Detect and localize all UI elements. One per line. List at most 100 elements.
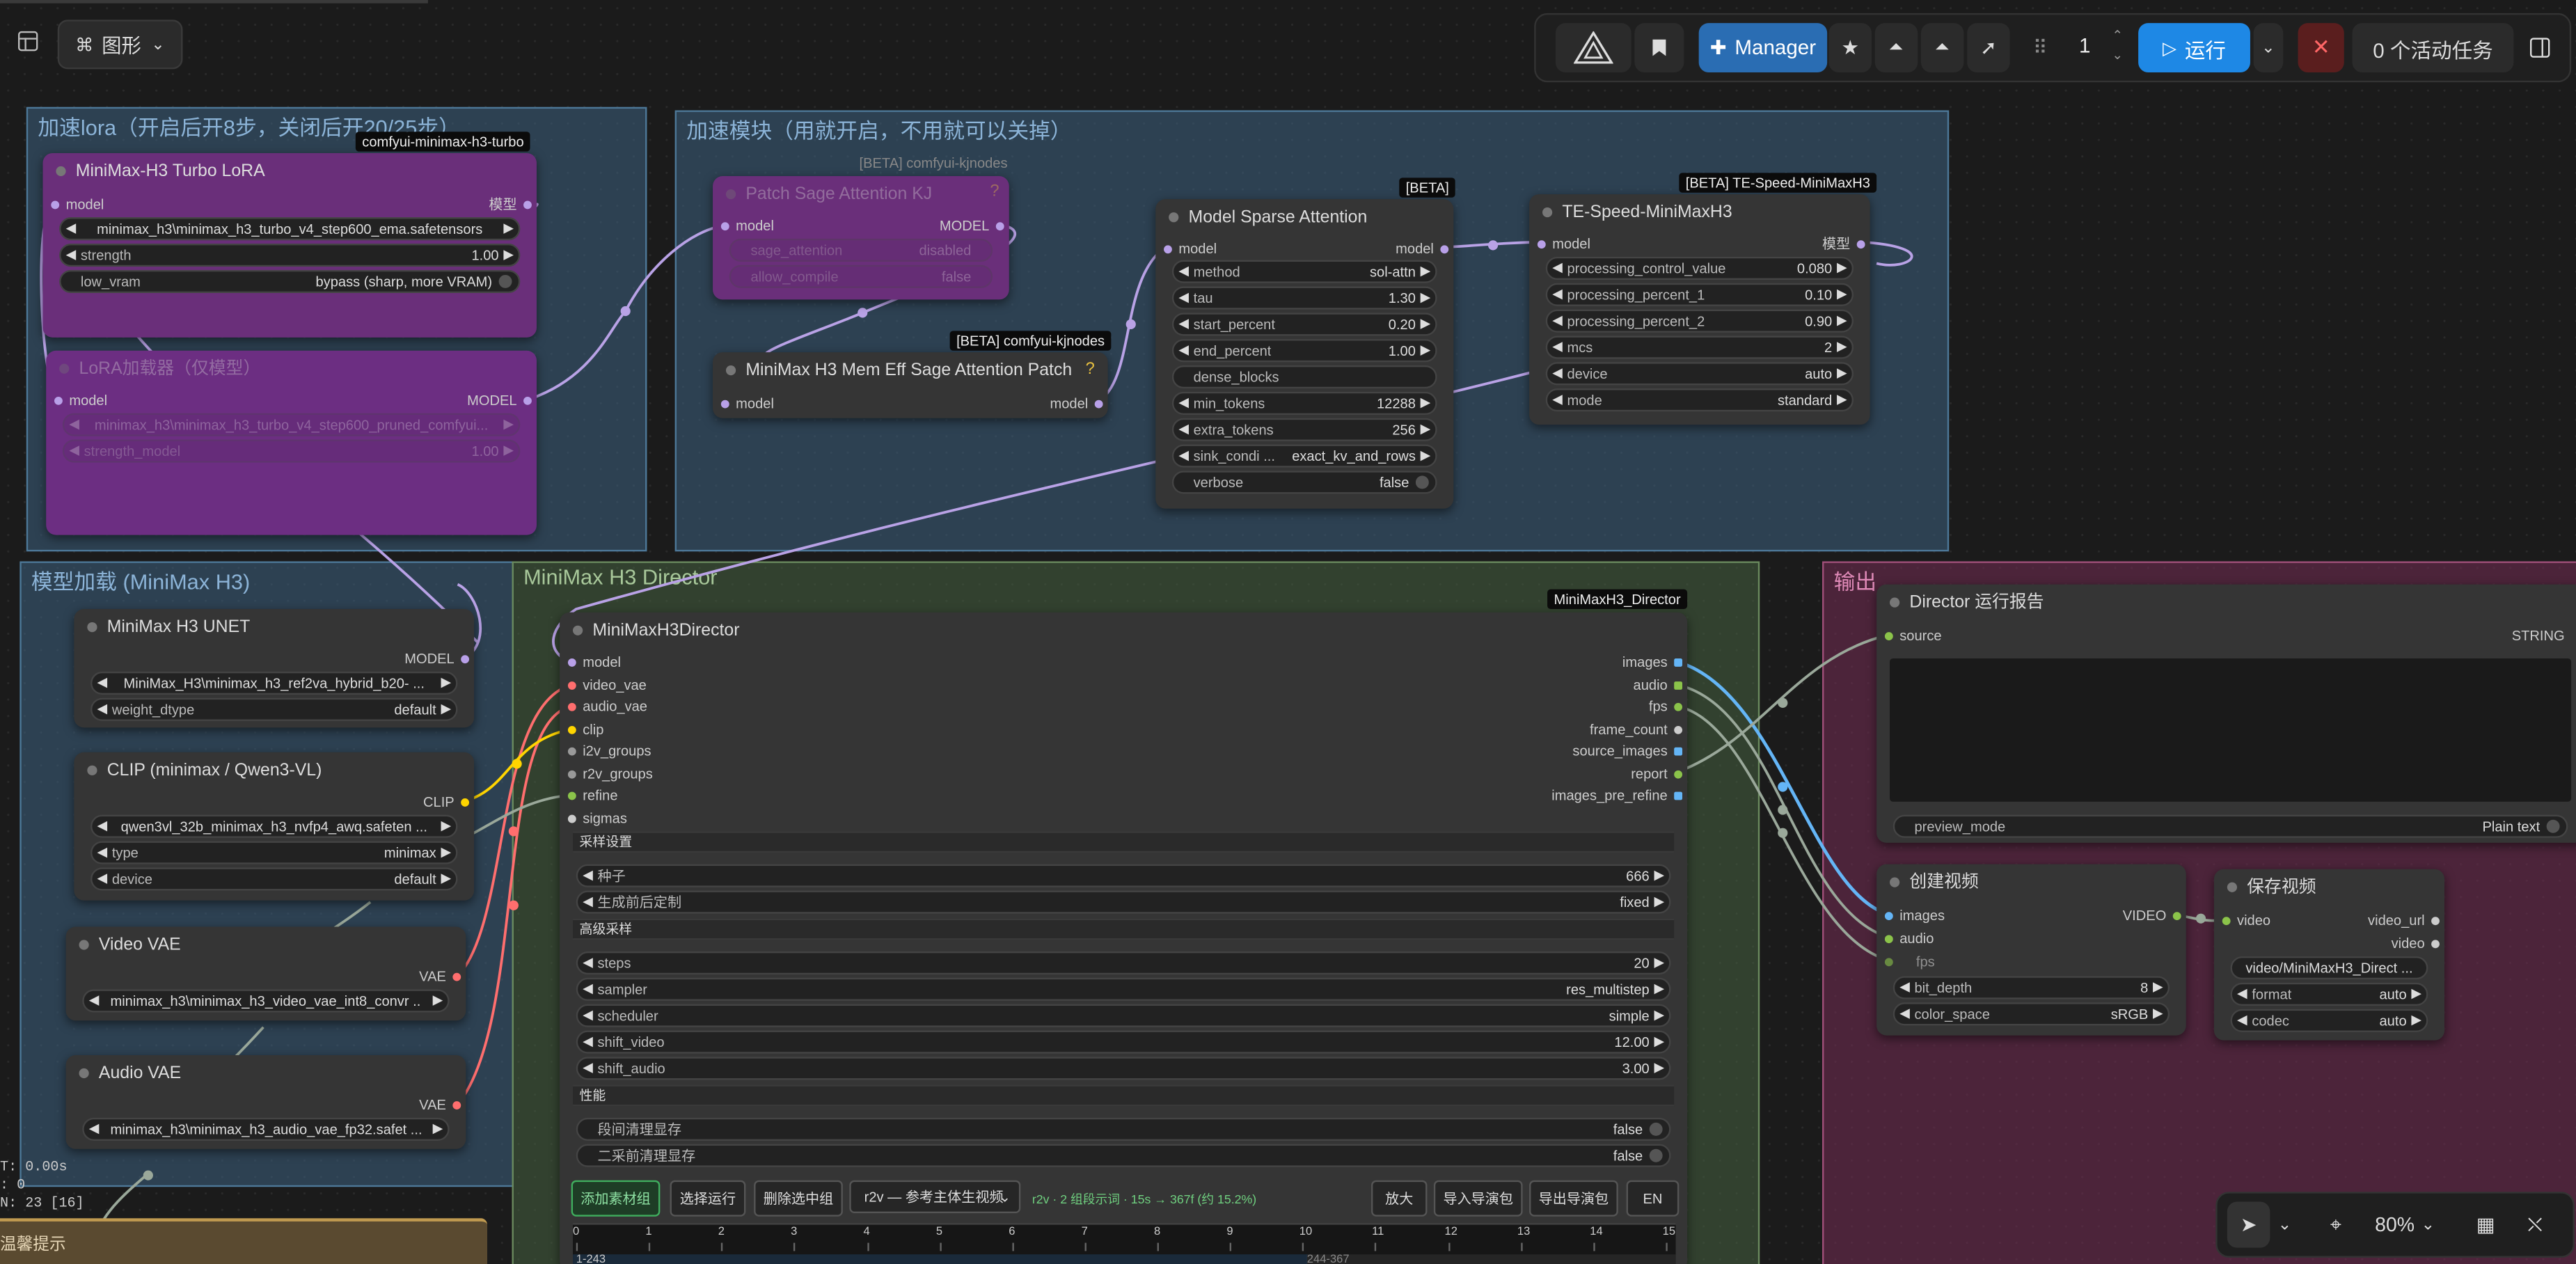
language-button[interactable]: EN <box>1626 1180 1680 1217</box>
segment-clear-vram-toggle[interactable]: 段间清理显存 false <box>576 1117 1671 1141</box>
node-lora-loader[interactable]: LoRA加载器（仅模型） model MODEL ◀ minimax_h3\min… <box>46 350 537 535</box>
output-images-pre-refine[interactable]: images_pre_refine <box>1551 785 1683 805</box>
favorites-button[interactable]: ★ <box>1828 23 1872 73</box>
output-source-images[interactable]: source_images <box>1572 741 1683 760</box>
input-refine[interactable]: refine <box>567 785 618 805</box>
chevron-up-icon[interactable]: ⌃ <box>2112 26 2123 46</box>
timeline[interactable]: 1-243 244-367 0 1 2 3 4 5 6 7 8 9 10 11 12 13 14 15 <box>573 1223 1676 1264</box>
collapse-dot-icon[interactable] <box>56 166 66 177</box>
zoom-control[interactable]: 80% ⌄ <box>2366 1201 2445 1247</box>
collapse-dot-icon[interactable] <box>59 363 70 374</box>
node-patch-sage[interactable]: [BETA] comfyui-kjnodes Patch Sage Attent… <box>713 155 1009 300</box>
mcs-input[interactable]: ◀ mcs 2 ▶ <box>1545 335 1854 359</box>
input-audio-vae[interactable]: audio_vae <box>567 696 647 716</box>
color-space-select[interactable]: ◀ color_space sRGB ▶ <box>1893 1002 2170 1026</box>
node-title[interactable]: LoRA加载器（仅模型） <box>46 351 537 387</box>
start-percent-input[interactable]: ◀ start_percent 0.20 ▶ <box>1171 313 1437 336</box>
node-title[interactable]: 创建视频 <box>1876 864 2186 901</box>
collapse-dot-icon[interactable] <box>1890 877 1900 887</box>
node-title[interactable]: Model Sparse Attention <box>1155 199 1453 235</box>
allow-compile-toggle[interactable]: allow_compile false <box>729 264 993 288</box>
model-library-button[interactable]: ⏶ <box>1920 23 1964 73</box>
processing-percent-1-input[interactable]: ◀ processing_percent_1 0.10 ▶ <box>1545 283 1854 306</box>
sage-attention-select[interactable]: sage_attention disabled <box>729 238 993 262</box>
mode-select[interactable]: ◀ mode standard ▶ <box>1545 388 1854 412</box>
steps-input[interactable]: ◀ steps 20 ▶ <box>576 951 1671 975</box>
node-title[interactable]: MiniMax-H3 Turbo LoRA <box>42 153 537 189</box>
mode-select[interactable]: r2v — 参考主体生视频 ⌄ <box>849 1180 1021 1214</box>
run-options-button[interactable]: ⌄ <box>2253 23 2284 73</box>
fit-view-button[interactable]: ⌖ <box>2316 1201 2356 1247</box>
video-vae-file-select[interactable]: ◀ minimax_h3\minimax_h3_video_vae_int8_co… <box>82 989 450 1013</box>
node-sparse-attention[interactable]: [BETA] Model Sparse Attention model mode… <box>1155 177 1456 509</box>
import-package-button[interactable]: 导入导演包 <box>1433 1180 1523 1217</box>
weight-dtype-select[interactable]: ◀ weight_dtype default ▶ <box>90 697 458 721</box>
clip-type-select[interactable]: ◀ type minimax ▶ <box>90 841 458 864</box>
node-turbo-lora[interactable]: comfyui-minimax-h3-turbo MiniMax-H3 Turb… <box>42 132 537 338</box>
method-select[interactable]: ◀ method sol-attn ▶ <box>1171 260 1437 283</box>
node-title[interactable]: Audio VAE <box>66 1055 466 1091</box>
strength-input[interactable]: ◀ strength 1.00 ▶ <box>59 244 521 267</box>
output-model[interactable]: 模型 <box>489 194 532 214</box>
processing-control-input[interactable]: ◀ processing_control_value 0.080 ▶ <box>1545 256 1854 281</box>
canvas[interactable]: 加速lora（开启后开8步，关闭后开20/25步） 加速模块（用就开启，不用就可… <box>0 0 2576 1264</box>
collapse-dot-icon[interactable] <box>1169 212 1179 223</box>
queue-count-input[interactable]: 1 <box>2079 35 2090 58</box>
filename-input[interactable]: video/MiniMaxH3_Direct ... <box>2230 956 2428 980</box>
input-clip[interactable]: clip <box>567 720 603 739</box>
node-video-vae[interactable]: Video VAE VAE ◀ minimax_h3\minimax_h3_vid… <box>65 926 466 1021</box>
input-model[interactable]: model <box>567 652 621 672</box>
node-create-video[interactable]: 创建视频 images audio fps VIDEO ◀ bit_depth 8 ▶… <box>1876 864 2186 1036</box>
select-tool-button[interactable]: ➤ <box>2227 1201 2270 1248</box>
help-icon[interactable]: ? <box>990 183 999 201</box>
comfy-logo-button[interactable] <box>1555 23 1631 73</box>
collapse-dot-icon[interactable] <box>87 622 97 633</box>
input-audio[interactable]: audio <box>1884 929 1934 948</box>
codec-select[interactable]: ◀ codec auto ▶ <box>2230 1009 2428 1032</box>
end-percent-input[interactable]: ◀ end_percent 1.00 ▶ <box>1171 339 1437 363</box>
node-title[interactable]: MiniMax H3 UNET <box>74 609 474 645</box>
input-model[interactable]: model <box>51 194 104 214</box>
node-unet[interactable]: MiniMax H3 UNET MODEL ◀ MiniMax_H3\minima… <box>74 609 475 728</box>
share-button[interactable]: ➚ <box>1967 23 2010 73</box>
input-model[interactable]: model <box>720 216 774 235</box>
node-title[interactable]: TE-Speed-MiniMaxH3 <box>1529 194 1870 230</box>
lora-file-select[interactable]: ◀ minimax_h3\minimax_h3_turbo_v4_step600_… <box>59 217 521 241</box>
device-select[interactable]: ◀ device auto ▶ <box>1545 362 1854 386</box>
node-mem-eff-sage[interactable]: [BETA] comfyui-kjnodes MiniMax H3 Mem Ef… <box>713 331 1112 418</box>
run-button[interactable]: ▷ 运行 <box>2138 23 2250 73</box>
collapse-dot-icon[interactable] <box>87 765 97 775</box>
link-visibility-button[interactable]: ⛌ <box>2513 1201 2556 1247</box>
strength-model-input[interactable]: ◀ strength_model 1.00 ▶ <box>62 439 521 463</box>
scheduler-select[interactable]: ◀ scheduler simple ▶ <box>576 1004 1671 1027</box>
low-vram-select[interactable]: low_vram bypass (sharp, more VRAM) <box>59 269 521 293</box>
output-images[interactable]: images <box>1622 652 1683 672</box>
output-video-url[interactable]: video_url <box>2368 910 2440 930</box>
manager-button[interactable]: ✚ Manager <box>1698 23 1828 73</box>
node-title[interactable]: CLIP (minimax / Qwen3-VL) <box>74 752 474 789</box>
workflow-panel-icon[interactable] <box>18 31 38 52</box>
input-model[interactable]: model <box>720 393 774 413</box>
output-model[interactable]: model <box>1396 239 1449 258</box>
node-title[interactable]: Patch Sage Attention KJ <box>713 176 1009 212</box>
control-after-generate-select[interactable]: ◀ 生成前后定制 fixed ▶ <box>576 890 1671 914</box>
output-frame-count[interactable]: frame_count <box>1590 720 1683 739</box>
seed-input[interactable]: ◀ 种子 666 ▶ <box>576 864 1671 887</box>
tip-panel[interactable]: 温馨提示 <box>0 1218 488 1264</box>
dense-blocks-input[interactable]: dense_blocks <box>1171 365 1437 389</box>
processing-percent-2-input[interactable]: ◀ processing_percent_2 0.90 ▶ <box>1545 309 1854 333</box>
output-model[interactable]: model <box>1050 393 1103 413</box>
active-tasks-button[interactable]: 0 个活动任务 <box>2352 23 2514 73</box>
add-asset-group-button[interactable]: 添加素材组 <box>571 1180 661 1217</box>
collapse-dot-icon[interactable] <box>1890 597 1900 608</box>
stop-button[interactable]: ✕ <box>2298 23 2344 73</box>
output-model[interactable]: MODEL <box>467 390 532 410</box>
node-title[interactable]: Video VAE <box>66 926 466 963</box>
extra-tokens-input[interactable]: ◀ extra_tokens 256 ▶ <box>1171 418 1437 441</box>
input-i2v-groups[interactable]: i2v_groups <box>567 741 651 760</box>
input-fps[interactable]: fps <box>1884 951 1935 971</box>
audio-vae-file-select[interactable]: ◀ minimax_h3\minimax_h3_audio_vae_fp32.sa… <box>82 1117 450 1141</box>
output-vae[interactable]: VAE <box>419 1095 461 1114</box>
bit-depth-input[interactable]: ◀ bit_depth 8 ▶ <box>1893 976 2170 1000</box>
output-fps[interactable]: fps <box>1649 696 1683 716</box>
